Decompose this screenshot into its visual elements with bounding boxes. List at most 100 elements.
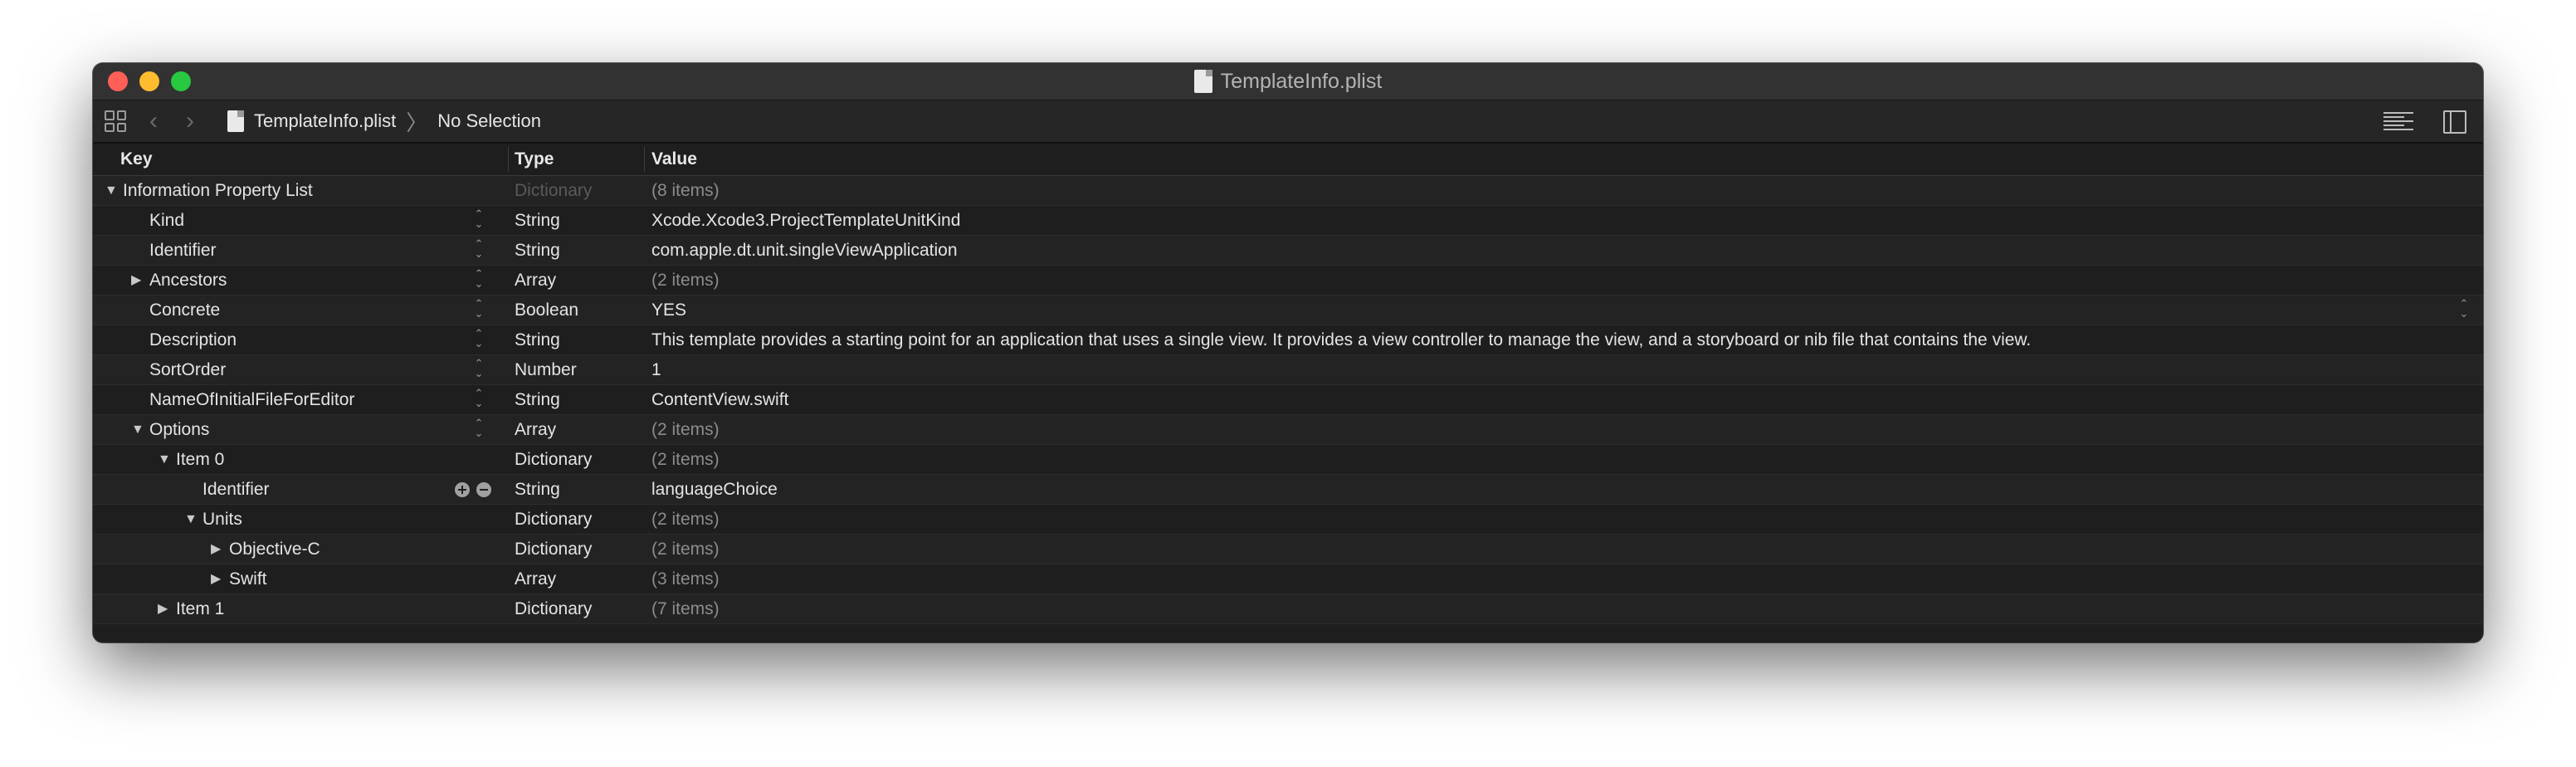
row-type[interactable]: Dictionary	[515, 445, 592, 474]
table-row[interactable]: ▼ Units Dictionary (2 items)	[93, 505, 2483, 535]
toolbar: ‹ › TemplateInfo.plist 〉 No Selection	[93, 100, 2483, 144]
property-list-table: ▼ Information Property List Dictionary (…	[93, 176, 2483, 624]
row-value: (2 items)	[651, 420, 720, 439]
row-type[interactable]: String	[515, 236, 560, 265]
column-divider[interactable]	[644, 147, 645, 172]
table-row[interactable]: Identifier String languageChoice	[93, 475, 2483, 505]
row-value: (2 items)	[651, 450, 720, 469]
disclosure-open-icon[interactable]: ▼	[131, 415, 148, 444]
row-type[interactable]: String	[515, 385, 560, 414]
table-row[interactable]: ▶ Swift Array (3 items)	[93, 564, 2483, 594]
table-row[interactable]: Identifier ⌃ ⌄ String com.apple.dt.unit.s…	[93, 236, 2483, 266]
row-value: (2 items)	[651, 271, 720, 290]
table-row[interactable]: Description ⌃ ⌄ String This template prov…	[93, 325, 2483, 355]
stepper-icon[interactable]: ⌃ ⌄	[473, 268, 485, 291]
stepper-icon[interactable]: ⌃ ⌄	[473, 388, 485, 410]
table-row[interactable]: ▼ Information Property List Dictionary (…	[93, 176, 2483, 206]
row-value[interactable]: Xcode.Xcode3.ProjectTemplateUnitKind	[651, 206, 960, 235]
row-key[interactable]: Options	[149, 415, 209, 444]
type-column-header[interactable]: Type	[515, 144, 554, 175]
back-arrow-icon[interactable]: ‹	[149, 107, 158, 135]
window-title-text: TemplateInfo.plist	[1220, 69, 1383, 93]
row-key[interactable]: SortOrder	[149, 355, 226, 384]
row-key[interactable]: Information Property List	[123, 176, 313, 205]
row-value[interactable]: com.apple.dt.unit.singleViewApplication	[651, 236, 958, 265]
column-divider[interactable]	[508, 147, 509, 172]
breadcrumb-selection[interactable]: No Selection	[437, 110, 541, 132]
breadcrumb-file[interactable]: TemplateInfo.plist	[254, 110, 396, 132]
row-key[interactable]: Description	[149, 325, 237, 354]
row-type[interactable]: Array	[515, 415, 556, 444]
row-type[interactable]: Dictionary	[515, 594, 592, 623]
row-type: Dictionary	[515, 181, 593, 200]
editor-options-icon[interactable]	[2383, 112, 2413, 130]
disclosure-closed-icon[interactable]: ▶	[211, 564, 227, 594]
breadcrumb: TemplateInfo.plist 〉 No Selection	[227, 100, 541, 142]
row-value: (3 items)	[651, 569, 720, 589]
value-stepper-icon[interactable]: ⌃ ⌄	[2458, 298, 2470, 320]
disclosure-open-icon[interactable]: ▼	[184, 505, 201, 534]
title-bar: TemplateInfo.plist	[93, 63, 2483, 100]
key-column-header[interactable]: Key	[120, 144, 153, 175]
row-type[interactable]: Number	[515, 355, 577, 384]
table-row[interactable]: ▶ Ancestors ⌃ ⌄ Array (2 items)	[93, 266, 2483, 296]
stepper-icon[interactable]: ⌃ ⌄	[473, 328, 485, 350]
row-type[interactable]: Boolean	[515, 296, 578, 325]
row-type[interactable]: String	[515, 325, 560, 354]
table-row[interactable]: Concrete ⌃ ⌄ Boolean YES ⌃ ⌄	[93, 296, 2483, 325]
row-type[interactable]: Array	[515, 266, 556, 295]
disclosure-closed-icon[interactable]: ▶	[158, 594, 174, 623]
row-value[interactable]: languageChoice	[651, 475, 778, 504]
table-row[interactable]: ▼ Options ⌃ ⌄ Array (2 items)	[93, 415, 2483, 445]
row-value: (2 items)	[651, 540, 720, 559]
table-row[interactable]: NameOfInitialFileForEditor ⌃ ⌄ String Con…	[93, 385, 2483, 415]
table-row[interactable]: ▼ Item 0 Dictionary (2 items)	[93, 445, 2483, 475]
row-key[interactable]: Identifier	[149, 236, 217, 265]
row-key[interactable]: Concrete	[149, 296, 220, 325]
value-column-header[interactable]: Value	[651, 144, 697, 175]
row-key[interactable]: Ancestors	[149, 266, 227, 295]
row-key[interactable]: NameOfInitialFileForEditor	[149, 385, 354, 414]
disclosure-closed-icon[interactable]: ▶	[131, 266, 148, 295]
stepper-icon[interactable]: ⌃ ⌄	[473, 418, 485, 440]
column-header: Key Type Value	[93, 144, 2483, 176]
row-value[interactable]: ContentView.swift	[651, 385, 788, 414]
row-key[interactable]: Item 1	[176, 594, 224, 623]
related-items-grid-icon[interactable]	[105, 110, 126, 132]
table-row[interactable]: SortOrder ⌃ ⌄ Number 1	[93, 355, 2483, 385]
stepper-icon[interactable]: ⌃ ⌄	[473, 238, 485, 261]
disclosure-open-icon[interactable]: ▼	[158, 445, 174, 474]
document-icon	[1193, 70, 1212, 93]
row-type[interactable]: Dictionary	[515, 505, 592, 534]
stepper-icon[interactable]: ⌃ ⌄	[473, 358, 485, 380]
breadcrumb-separator: 〉	[406, 110, 428, 135]
row-type[interactable]: Dictionary	[515, 535, 592, 564]
row-key[interactable]: Item 0	[176, 445, 224, 474]
row-key[interactable]: Identifier	[202, 475, 270, 504]
stepper-icon[interactable]: ⌃ ⌄	[473, 298, 485, 320]
remove-item-icon[interactable]	[476, 482, 491, 497]
table-row[interactable]: ▶ Item 1 Dictionary (7 items)	[93, 594, 2483, 624]
row-type[interactable]: String	[515, 206, 560, 235]
disclosure-open-icon[interactable]: ▼	[105, 176, 121, 205]
row-value[interactable]: 1	[651, 355, 661, 384]
row-value: (7 items)	[651, 599, 720, 618]
forward-arrow-icon[interactable]: ›	[186, 107, 194, 135]
disclosure-closed-icon[interactable]: ▶	[211, 535, 227, 564]
row-value[interactable]: YES	[651, 296, 686, 325]
add-item-icon[interactable]	[455, 482, 470, 497]
row-key[interactable]: Units	[202, 505, 242, 534]
row-key[interactable]: Swift	[229, 564, 267, 594]
table-row[interactable]: Kind ⌃ ⌄ String Xcode.Xcode3.ProjectTempl…	[93, 206, 2483, 236]
row-value[interactable]: This template provides a starting point …	[651, 325, 2031, 354]
row-type[interactable]: Array	[515, 564, 556, 594]
row-key[interactable]: Objective-C	[229, 535, 320, 564]
row-value: (8 items)	[651, 181, 720, 200]
split-editor-icon[interactable]	[2443, 110, 2466, 134]
row-type[interactable]: String	[515, 475, 560, 504]
table-row[interactable]: ▶ Objective-C Dictionary (2 items)	[93, 535, 2483, 564]
window-title: TemplateInfo.plist	[93, 63, 2483, 100]
stepper-icon[interactable]: ⌃ ⌄	[473, 208, 485, 231]
row-key[interactable]: Kind	[149, 206, 184, 235]
file-icon	[227, 110, 244, 132]
